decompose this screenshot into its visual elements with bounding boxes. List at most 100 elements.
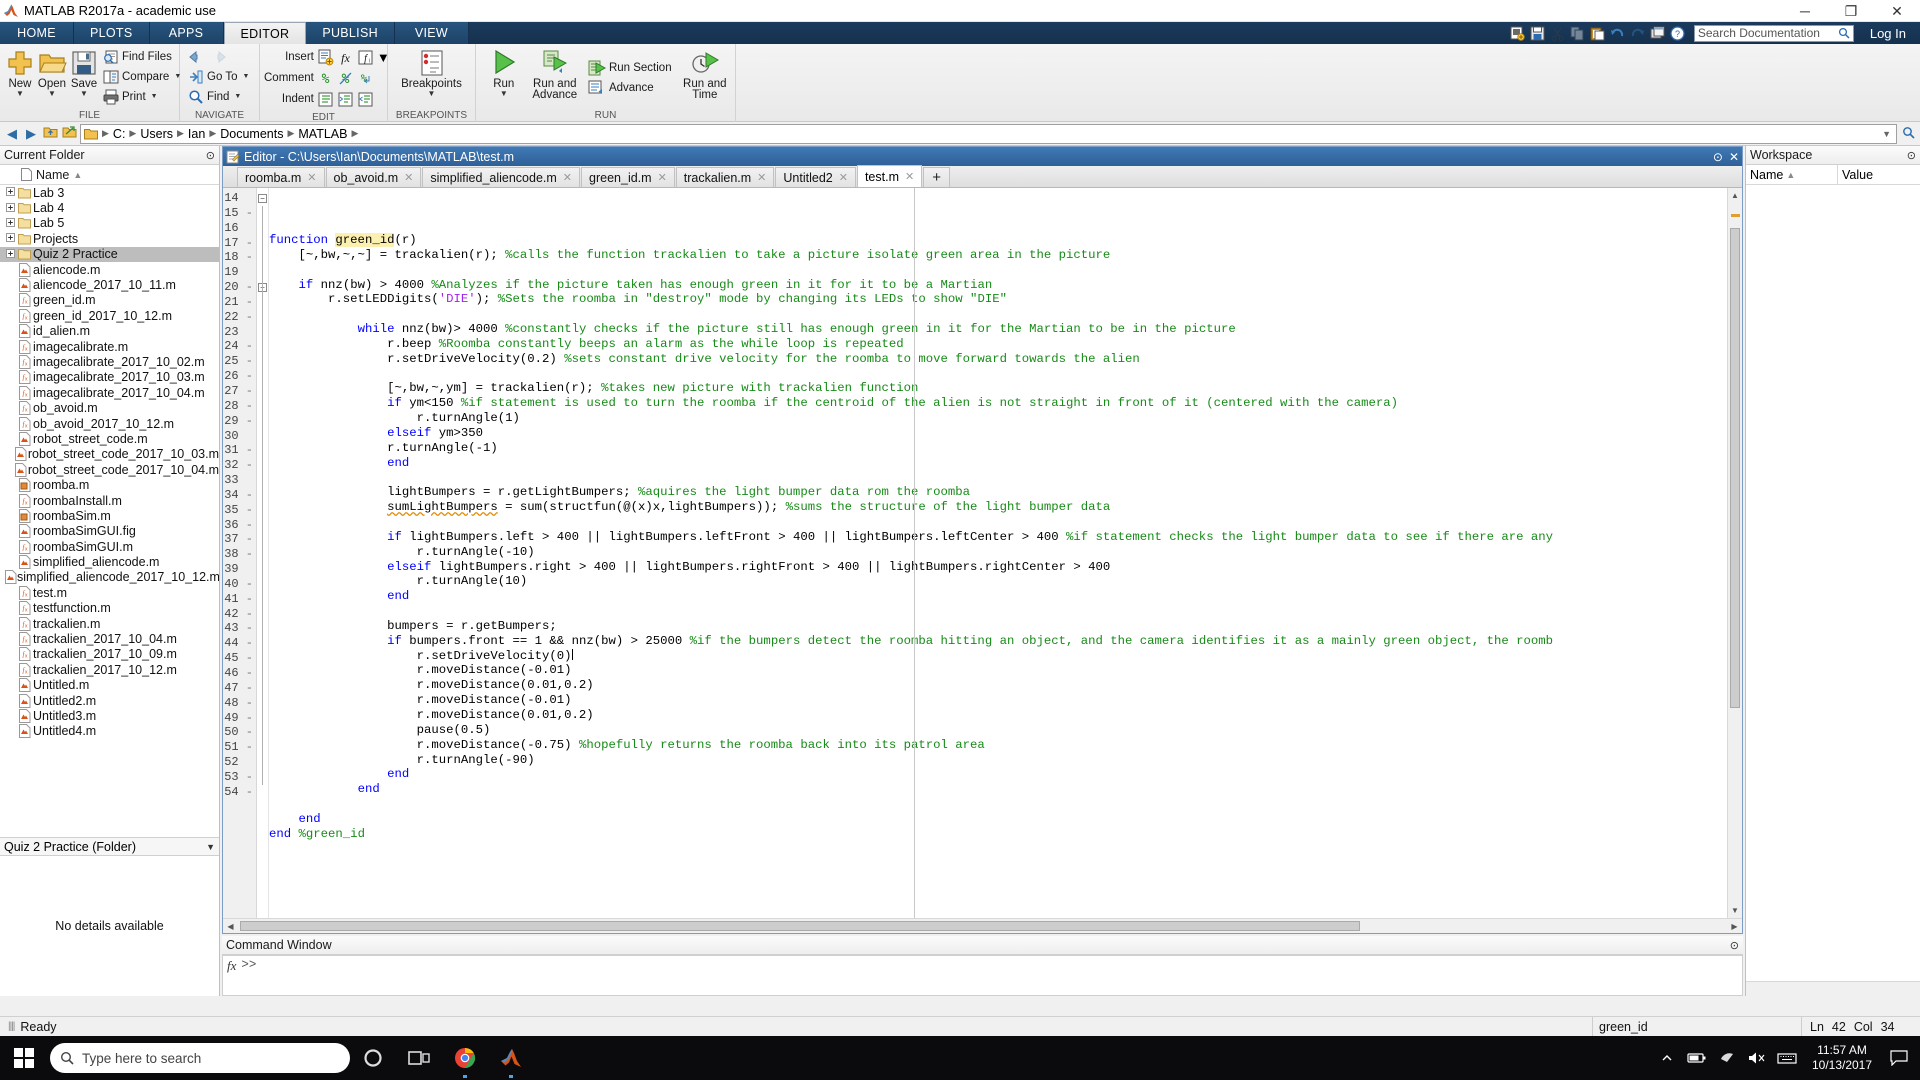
current-folder-file-list[interactable]: Lab 3 Lab 4 Lab 5 Projects Quiz 2 Practice al… (0, 185, 219, 837)
path-breadcrumb[interactable]: ▶ C: ▶ Users ▶ Ian ▶ Documents ▶ MATLAB … (80, 123, 1897, 144)
file-list-item[interactable]: f x roombaSimGUI.m (0, 539, 219, 554)
current-folder-options-icon[interactable]: ⊙ (206, 149, 215, 162)
editor-tab[interactable]: green_id.m ✕ (581, 167, 675, 187)
code-editor-area[interactable]: 14 15 -16 17 -18 -19 20 -21 -22 -23 24 -… (223, 188, 1742, 918)
run-and-advance-button[interactable]: Run and Advance (530, 46, 580, 101)
line-number[interactable]: 15 - (223, 206, 256, 221)
browse-folder-icon[interactable] (61, 125, 77, 142)
code-line[interactable]: if lightBumpers.left > 400 || lightBumpe… (269, 530, 1727, 545)
line-number[interactable]: 41 - (223, 592, 256, 607)
redo-icon[interactable] (1628, 23, 1648, 43)
scroll-up-arrow[interactable]: ▲ (1728, 188, 1742, 203)
forward-arrow-icon[interactable]: ▶ (23, 126, 39, 142)
indent-right-icon[interactable] (337, 91, 354, 108)
keyboard-icon[interactable] (1772, 1036, 1802, 1080)
code-line[interactable]: r.setLEDDigits('DIE'); %Sets the roomba … (269, 292, 1727, 307)
copy-icon[interactable] (1568, 23, 1588, 43)
code-line[interactable]: while nnz(bw)> 4000 %constantly checks i… (269, 322, 1727, 337)
line-number[interactable]: 38 - (223, 547, 256, 562)
editor-tab[interactable]: simplified_aliencode.m ✕ (422, 167, 581, 187)
indent-left-icon[interactable] (357, 91, 374, 108)
breadcrumb-segment-0[interactable]: C: (113, 127, 126, 141)
line-number[interactable]: 29 - (223, 414, 256, 429)
up-folder-icon[interactable] (42, 125, 58, 142)
code-line[interactable]: end %green_id (269, 827, 1727, 842)
chrome-icon[interactable] (442, 1036, 488, 1080)
file-list-item[interactable]: f x ob_avoid_2017_10_12.m (0, 416, 219, 431)
code-line[interactable]: sumLightBumpers = sum(structfun(@(x)x,li… (269, 500, 1727, 515)
fx-icon[interactable]: fx (227, 958, 241, 974)
code-line[interactable]: end (269, 812, 1727, 827)
code-folding-column[interactable]: −− (257, 188, 269, 918)
command-window-body[interactable]: fx >> (222, 955, 1743, 996)
line-number[interactable]: 45 - (223, 651, 256, 666)
line-number[interactable]: 47 - (223, 681, 256, 696)
line-number[interactable]: 14 (223, 191, 256, 206)
editor-tab-close-icon[interactable]: ✕ (563, 171, 572, 184)
ribbon-tab-apps[interactable]: APPS (149, 22, 224, 44)
scroll-thumb[interactable] (1730, 228, 1740, 708)
code-line[interactable]: pause(0.5) (269, 723, 1727, 738)
windows-start-icon[interactable] (0, 1036, 48, 1080)
back-arrow-icon[interactable]: ◀ (4, 126, 20, 142)
open-button[interactable]: Open ▼ (37, 46, 67, 98)
editor-tab[interactable]: Untitled2 ✕ (775, 167, 856, 187)
path-search-icon[interactable] (1900, 126, 1916, 142)
save-icon[interactable] (1528, 23, 1548, 43)
file-list-item[interactable]: f x trackalien_2017_10_04.m (0, 631, 219, 647)
line-number[interactable]: 51 - (223, 740, 256, 755)
fold-marker-row[interactable] (257, 785, 268, 800)
cortana-circle-icon[interactable] (350, 1036, 396, 1080)
editor-tab-bar[interactable]: roomba.m ✕ ob_avoid.m ✕ simplified_aliencode… (223, 165, 1742, 188)
code-line[interactable]: [~,bw,~,ym] = trackalien(r); %takes new … (269, 381, 1727, 396)
file-list-item[interactable]: f x roombaInstall.m (0, 493, 219, 508)
code-line[interactable]: end (269, 456, 1727, 471)
code-line[interactable]: r.turnAngle(10) (269, 574, 1727, 589)
workspace-name-column[interactable]: Name ▲ (1746, 165, 1838, 184)
file-list-item[interactable]: f x trackalien_2017_10_12.m (0, 662, 219, 677)
line-number[interactable]: 18 - (223, 250, 256, 265)
print-caret[interactable]: ▼ (151, 93, 158, 100)
taskbar-clock[interactable]: 11:57 AM 10/13/2017 (1802, 1043, 1882, 1073)
line-number[interactable]: 28 - (223, 399, 256, 414)
maximize-button[interactable]: ❐ (1828, 0, 1874, 22)
code-line[interactable] (269, 604, 1727, 619)
workspace-rows[interactable] (1746, 185, 1920, 981)
breakpoints-button[interactable]: Breakpoints ▼ (393, 46, 470, 98)
code-line[interactable] (269, 471, 1727, 486)
file-list-item[interactable]: roomba.m (0, 477, 219, 493)
file-list-item[interactable]: Untitled4.m (0, 724, 219, 739)
file-list-item[interactable]: Lab 3 (0, 185, 219, 200)
cut-icon[interactable] (1548, 23, 1568, 43)
code-line[interactable]: end (269, 589, 1727, 604)
breadcrumb-segment-3[interactable]: Documents (220, 127, 283, 141)
line-number[interactable]: 36 - (223, 518, 256, 533)
line-number[interactable]: 50 - (223, 725, 256, 740)
line-number[interactable]: 34 - (223, 488, 256, 503)
code-line[interactable]: r.moveDistance(0.01,0.2) (269, 708, 1727, 723)
code-line[interactable]: if bumpers.front == 1 && nnz(bw) > 25000… (269, 634, 1727, 649)
open-button-caret[interactable]: ▼ (48, 90, 56, 98)
editor-tab[interactable]: test.m ✕ (856, 165, 923, 187)
file-list-item[interactable]: aliencode.m (0, 262, 219, 277)
fi-icon[interactable]: fi (357, 49, 374, 66)
editor-tab[interactable]: trackalien.m ✕ (675, 167, 775, 187)
matlab-icon[interactable] (488, 1036, 534, 1080)
editor-tab[interactable]: ob_avoid.m ✕ (325, 167, 422, 187)
minimize-button[interactable]: ─ (1782, 0, 1828, 22)
line-number[interactable]: 30 (223, 429, 256, 444)
indent-icon[interactable] (317, 91, 334, 108)
line-number[interactable]: 40 - (223, 577, 256, 592)
file-list-item[interactable]: simplified_aliencode.m (0, 554, 219, 570)
new-script-icon[interactable] (1508, 23, 1528, 43)
uncomment-icon[interactable]: % (337, 70, 354, 87)
find-button[interactable]: Find ▼ (186, 87, 251, 106)
code-line[interactable] (269, 263, 1727, 278)
file-list-item[interactable]: Lab 5 (0, 216, 219, 231)
wifi-icon[interactable] (1712, 1036, 1742, 1080)
task-view-icon[interactable] (396, 1036, 442, 1080)
line-number[interactable]: 16 (223, 221, 256, 236)
expand-icon[interactable] (4, 187, 16, 198)
breadcrumb-segment-4[interactable]: MATLAB (298, 127, 347, 141)
fold-marker-row[interactable]: − (257, 191, 268, 206)
